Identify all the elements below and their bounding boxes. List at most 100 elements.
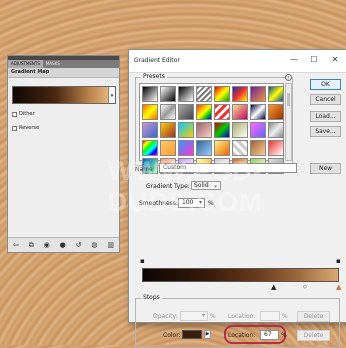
preset-swatch[interactable] (142, 122, 158, 138)
opacity-location-label: Location: (228, 313, 256, 320)
opacity-location-field (260, 311, 280, 321)
location-unit: % (281, 332, 287, 339)
preset-swatch[interactable] (178, 104, 194, 120)
preset-swatch[interactable] (232, 122, 248, 138)
opacity-stop-right-icon[interactable]: ▪ (336, 258, 341, 265)
chevron-down-icon: ▾ (201, 312, 205, 319)
save-button[interactable]: Save... (310, 126, 341, 137)
presets-scrollbar[interactable] (285, 83, 292, 161)
presets-menu-icon[interactable]: › (285, 74, 292, 81)
preset-swatch[interactable] (196, 122, 212, 138)
opacity-field: ▾ (180, 311, 208, 321)
smoothness-unit: % (208, 200, 214, 207)
smoothness-value: 100 (182, 199, 194, 206)
preset-swatch[interactable] (232, 86, 248, 102)
load-button[interactable]: Load... (310, 111, 341, 122)
panel-footer: ⇦ ⧉ ◉ ● ↺ ◍ ▥ (8, 237, 119, 252)
preset-swatch[interactable] (142, 104, 158, 120)
preset-swatch[interactable] (160, 104, 176, 120)
chevron-down-icon: ⌄ (212, 182, 218, 189)
gradient-map-bar[interactable] (13, 87, 108, 103)
presets-label: Presets (141, 73, 167, 80)
maximize-icon[interactable]: ☐ (307, 54, 321, 66)
preset-swatch[interactable] (160, 86, 176, 102)
location-field[interactable]: 67 (260, 330, 279, 340)
clip-icon[interactable]: ⧉ (29, 241, 34, 250)
color-label: Color: (163, 332, 181, 339)
reverse-checkbox[interactable]: Reverse (12, 125, 39, 131)
color-swatch[interactable] (182, 330, 202, 339)
preset-swatch[interactable] (178, 122, 194, 138)
stops-label: Stops (141, 294, 162, 301)
gradient-dropdown-icon[interactable]: ▾ (108, 87, 115, 103)
checkbox-box[interactable] (12, 125, 17, 131)
color-stop-selected-icon[interactable]: ▲ (271, 284, 276, 291)
preset-swatch[interactable] (268, 140, 284, 156)
gradient-bar[interactable] (142, 268, 339, 282)
gradient-editor-dialog: Gradient Editor — ☐ ✕ Presets › OK Cance… (128, 49, 346, 348)
new-button[interactable]: New (310, 163, 341, 174)
preset-swatch[interactable] (142, 86, 158, 102)
tab-masks[interactable]: MASKS (43, 60, 63, 68)
dialog-titlebar: Gradient Editor — ☐ ✕ (129, 50, 346, 73)
preset-swatch[interactable] (250, 104, 266, 120)
preset-swatch[interactable] (178, 86, 194, 102)
preset-swatch[interactable] (250, 122, 266, 138)
panel-title: Gradient Map (8, 68, 119, 78)
midpoint-diamond-icon[interactable]: ◇ (303, 284, 307, 291)
scrollbar-thumb[interactable] (287, 93, 290, 106)
dither-checkbox[interactable]: Dither (12, 111, 35, 117)
gradient-type-value: Solid (194, 182, 209, 189)
close-icon[interactable]: ✕ (328, 54, 342, 66)
adjustments-panel: ADJUSTMENTS MASKS Gradient Map ▾ Dither … (7, 55, 120, 253)
smoothness-field[interactable]: 100 ▾ (178, 198, 205, 208)
visibility-icon[interactable]: ◉ (44, 241, 50, 249)
reset-icon[interactable]: ↺ (76, 241, 82, 249)
smoothness-label: Smoothness: (139, 200, 178, 207)
checkbox-box[interactable] (12, 111, 17, 117)
chevron-down-icon[interactable]: ▾ (199, 199, 202, 207)
preset-swatch[interactable] (232, 104, 248, 120)
preset-swatch[interactable] (268, 122, 284, 138)
opacity-location-unit: % (282, 313, 288, 320)
preset-swatch[interactable] (214, 140, 230, 156)
preset-swatch[interactable] (268, 86, 284, 102)
view-previous-icon[interactable]: ● (60, 241, 66, 249)
dither-label: Dither (19, 111, 35, 117)
color-stop-right-icon[interactable]: ▲ (336, 284, 341, 291)
preset-swatch[interactable] (268, 104, 284, 120)
preset-swatch[interactable] (196, 86, 212, 102)
color-delete-button: Delete (297, 330, 330, 341)
preset-swatch[interactable] (196, 104, 212, 120)
preset-swatch[interactable] (160, 140, 176, 156)
name-field[interactable]: Custom (159, 163, 297, 173)
minimize-icon[interactable]: — (287, 54, 301, 66)
preset-swatch[interactable] (178, 140, 194, 156)
name-label: Name: (135, 166, 155, 173)
preset-swatch[interactable] (232, 140, 248, 156)
opacity-delete-button: Delete (297, 311, 330, 322)
refresh-icon[interactable]: ◍ (91, 241, 97, 249)
delete-icon[interactable]: ▥ (107, 241, 114, 249)
opacity-label: Opacity: (153, 313, 178, 320)
gradient-type-label: Gradient Type: (146, 183, 190, 190)
ok-button[interactable]: OK (310, 79, 341, 90)
preset-swatch[interactable] (250, 140, 266, 156)
preset-swatch[interactable] (160, 122, 176, 138)
color-arrow-icon[interactable]: ▶ (204, 330, 211, 339)
return-icon[interactable]: ⇦ (13, 241, 19, 249)
preset-swatch[interactable] (214, 104, 230, 120)
tab-adjustments[interactable]: ADJUSTMENTS (8, 60, 43, 68)
presets-grid (139, 83, 284, 174)
opacity-stop-left-icon[interactable]: ▪ (140, 258, 145, 265)
gradient-type-select[interactable]: Solid ⌄ (191, 181, 221, 190)
cancel-button[interactable]: Cancel (310, 94, 341, 105)
preset-swatch[interactable] (250, 86, 266, 102)
reverse-label: Reverse (19, 125, 40, 131)
gradient-map-preview[interactable]: ▾ (12, 86, 116, 104)
opacity-unit: % (210, 313, 216, 320)
preset-swatch[interactable] (214, 122, 230, 138)
preset-swatch[interactable] (196, 140, 212, 156)
preset-swatch[interactable] (142, 140, 158, 156)
preset-swatch[interactable] (214, 86, 230, 102)
